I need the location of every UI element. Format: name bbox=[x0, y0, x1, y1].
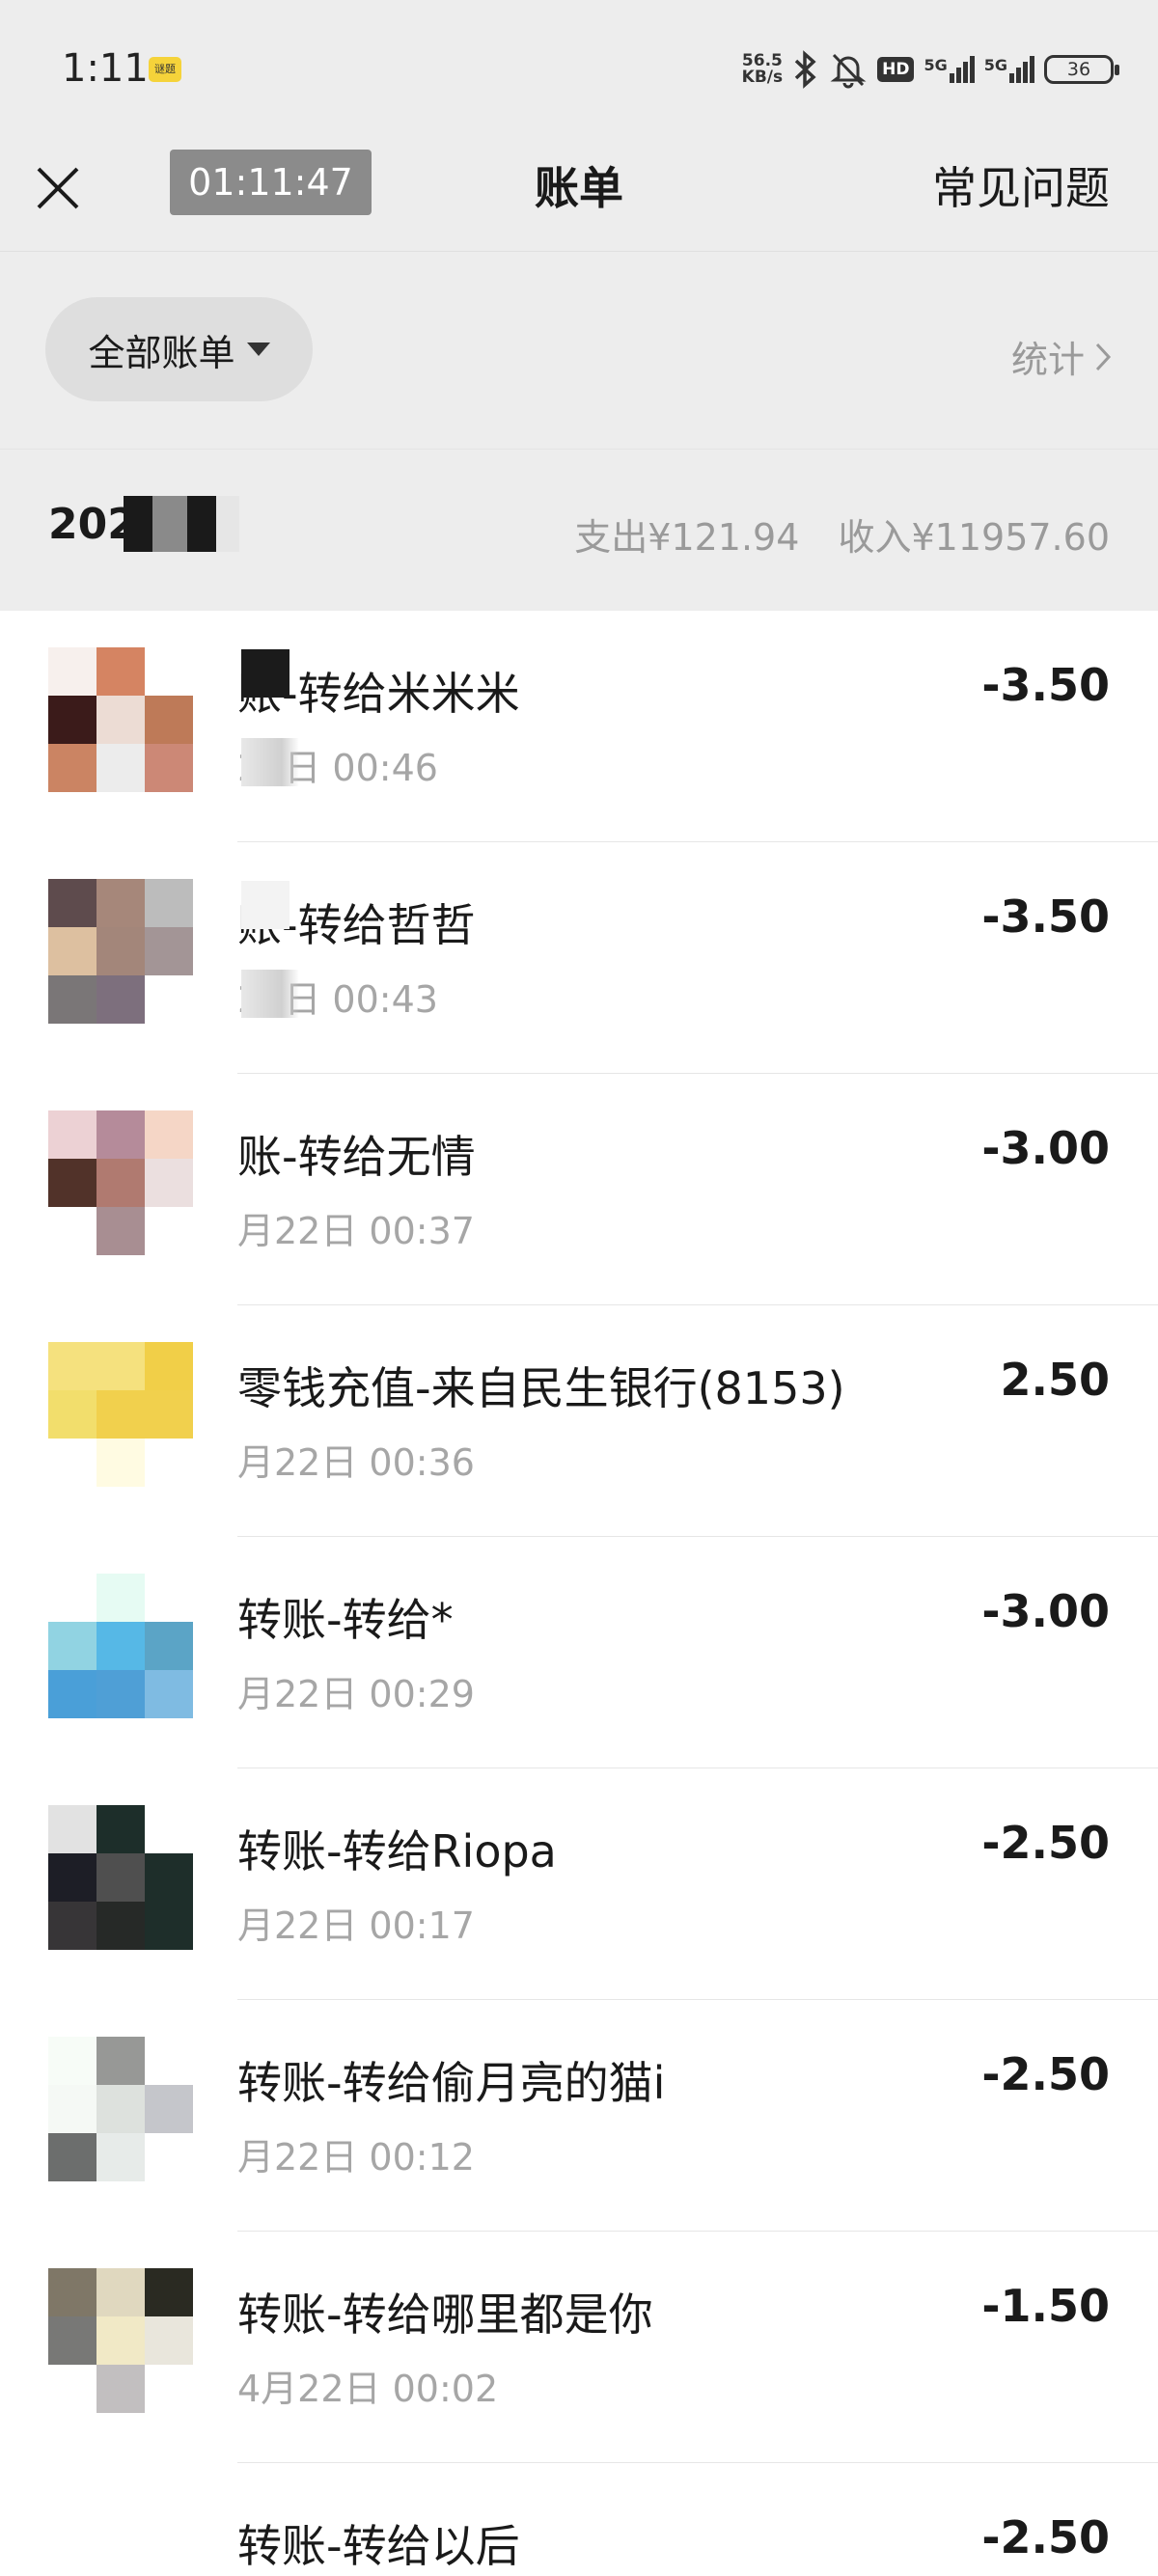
transaction-title: 转账-转给Riopa bbox=[237, 1825, 557, 1877]
signal-5g-1-icon: 5G bbox=[924, 56, 975, 83]
transaction-row[interactable]: 转账-转给偷月亮的猫i 月22日 00:12 -2.50 bbox=[0, 2000, 1158, 2232]
month-summary: 支出¥121.94 收入¥11957.60 bbox=[547, 507, 1110, 561]
transaction-row[interactable]: 账-转给无情月22日 00:37 -3.00 bbox=[0, 1074, 1158, 1305]
mute-bell-icon bbox=[830, 53, 867, 89]
network-speed: 56.5 KB/s bbox=[741, 51, 784, 87]
hd-voice-icon: HD bbox=[877, 57, 915, 82]
transaction-title: 零钱充值-来自民生银行(8153) bbox=[237, 1362, 845, 1414]
transaction-row[interactable]: 转账-转给* 月22日 00:29 -3.00 bbox=[0, 1537, 1158, 1768]
transaction-title: 转账-转给哪里都是你 bbox=[237, 2288, 653, 2341]
redaction-block bbox=[241, 649, 290, 698]
redaction-block bbox=[241, 881, 290, 929]
transaction-row[interactable]: 转账-转给哪里都是你 4月22日 00:02 -1.50 bbox=[0, 2232, 1158, 2463]
caret-down-icon bbox=[246, 343, 270, 356]
avatar bbox=[48, 647, 193, 792]
transaction-amount: -1.50 bbox=[981, 2280, 1110, 2332]
filter-row: 全部账单 统计 bbox=[0, 251, 1158, 449]
bill-filter-label: 全部账单 bbox=[88, 331, 235, 374]
transaction-amount: -3.50 bbox=[981, 891, 1110, 943]
transaction-title: 账-转给无情 bbox=[237, 1131, 476, 1183]
transaction-amount: -3.50 bbox=[981, 659, 1110, 711]
bill-filter-dropdown[interactable]: 全部账单 bbox=[45, 297, 313, 401]
close-icon[interactable] bbox=[29, 159, 87, 217]
chevron-right-icon bbox=[1095, 343, 1112, 370]
transaction-list: 账-转给米米米 22日 00:46 -3.50 账-转给哲哲 22日 00:43 -3.5… bbox=[0, 611, 1158, 2576]
transaction-amount: -3.00 bbox=[981, 1122, 1110, 1174]
transaction-amount: -2.50 bbox=[981, 1817, 1110, 1869]
status-bar: 1:11 谜题 56.5 KB/s HD 5G 5G 36 bbox=[0, 0, 1158, 140]
transaction-title: 转账-转给以后 bbox=[237, 2520, 520, 2572]
battery-icon: 36 bbox=[1044, 55, 1119, 84]
avatar bbox=[48, 1805, 193, 1950]
title-bar: 账单 01:11:47 常见问题 bbox=[0, 140, 1158, 252]
transaction-amount: 2.50 bbox=[1000, 1354, 1111, 1406]
month-expense: 支出¥121.94 bbox=[574, 516, 800, 559]
avatar bbox=[48, 2500, 193, 2576]
statistics-link[interactable]: 统计 bbox=[1011, 330, 1112, 383]
avatar bbox=[48, 1342, 193, 1487]
transaction-row[interactable]: 账-转给哲哲 22日 00:43 -3.50 bbox=[0, 842, 1158, 1074]
transaction-row[interactable]: 零钱充值-来自民生银行(8153) 月22日 00:36 2.50 bbox=[0, 1305, 1158, 1537]
month-income: 收入¥11957.60 bbox=[838, 516, 1111, 559]
transaction-title: 转账-转给偷月亮的猫i bbox=[237, 2057, 666, 2109]
month-header[interactable]: 202 支出¥121.94 收入¥11957.60 bbox=[0, 449, 1158, 612]
transaction-time: 月22日 00:29 bbox=[237, 1673, 475, 1715]
redaction-block bbox=[241, 738, 299, 786]
transaction-row[interactable]: 转账-转给Riopa 月22日 00:17 -2.50 bbox=[0, 1768, 1158, 2000]
transaction-time: 4月22日 00:02 bbox=[237, 2368, 499, 2410]
avatar bbox=[48, 879, 193, 1024]
avatar bbox=[48, 2268, 193, 2413]
avatar bbox=[48, 1110, 193, 1255]
avatar bbox=[48, 1574, 193, 1718]
faq-link[interactable]: 常见问题 bbox=[932, 153, 1110, 217]
statistics-label: 统计 bbox=[1010, 339, 1085, 381]
transaction-amount: -2.50 bbox=[981, 2048, 1110, 2100]
transaction-amount: -3.00 bbox=[981, 1585, 1110, 1637]
transaction-amount: -2.50 bbox=[981, 2511, 1110, 2563]
transaction-row[interactable]: 转账-转给以后 -2.50 bbox=[0, 2463, 1158, 2576]
transaction-time: 月22日 00:17 bbox=[237, 1905, 475, 1947]
avatar bbox=[48, 2037, 193, 2181]
app-notification-icon: 谜题 bbox=[149, 57, 181, 82]
redaction-block bbox=[241, 970, 299, 1018]
recording-timer: 01:11:47 bbox=[170, 150, 372, 215]
bluetooth-icon bbox=[794, 50, 816, 89]
status-indicators: 56.5 KB/s HD 5G 5G 36 bbox=[741, 46, 1119, 93]
status-time: 1:11 bbox=[62, 46, 149, 91]
transaction-time: 月22日 00:12 bbox=[237, 2136, 475, 2179]
transaction-row[interactable]: 账-转给米米米 22日 00:46 -3.50 bbox=[0, 611, 1158, 842]
transaction-time: 月22日 00:37 bbox=[237, 1210, 475, 1252]
month-redacted-block bbox=[124, 496, 239, 552]
signal-5g-2-icon: 5G bbox=[984, 56, 1034, 83]
transaction-title: 转账-转给* bbox=[237, 1594, 454, 1646]
transaction-time: 月22日 00:36 bbox=[237, 1441, 475, 1484]
